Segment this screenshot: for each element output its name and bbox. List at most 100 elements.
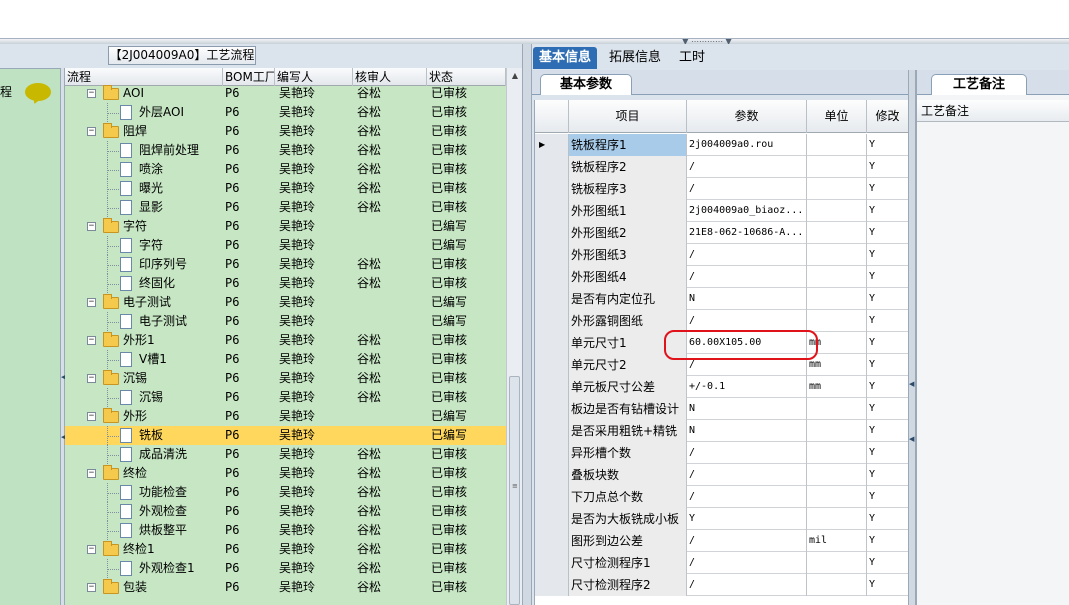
row-indicator[interactable] (535, 288, 569, 310)
param-row[interactable]: 异形槽个数 / Y (535, 442, 908, 464)
tree-row[interactable]: − 终检1 P6 吴艳玲 谷松 已审核 (65, 540, 506, 559)
row-indicator[interactable] (535, 464, 569, 486)
tree-row[interactable]: 电子测试 P6 吴艳玲 已编写 (65, 312, 506, 331)
tree-row[interactable]: 阻焊前处理 P6 吴艳玲 谷松 已审核 (65, 141, 506, 160)
param-value-cell[interactable]: / (687, 552, 807, 574)
param-modify-cell[interactable]: Y (867, 420, 908, 442)
param-row[interactable]: 铣板程序2/ Y (535, 156, 908, 178)
collapse-toggle-icon[interactable]: − (87, 89, 96, 98)
col-header-param[interactable]: 参数 (687, 100, 807, 133)
tree-row[interactable]: 终固化 P6 吴艳玲 谷松 已审核 (65, 274, 506, 293)
param-modify-cell[interactable]: Y (867, 200, 908, 222)
row-indicator[interactable] (535, 398, 569, 420)
collapse-toggle-icon[interactable]: − (87, 412, 96, 421)
param-value-cell[interactable]: 2j004009a0.rou (687, 134, 807, 156)
collapse-toggle-icon[interactable]: − (87, 222, 96, 231)
param-value-cell[interactable]: / (687, 442, 807, 464)
param-modify-cell[interactable]: Y (867, 376, 908, 398)
param-modify-cell[interactable]: Y (867, 552, 908, 574)
param-value-cell[interactable]: / (687, 530, 807, 552)
param-modify-cell[interactable]: Y (867, 244, 908, 266)
tree-row[interactable]: 功能检查 P6 吴艳玲 谷松 已审核 (65, 483, 506, 502)
collapse-toggle-icon[interactable]: − (87, 336, 96, 345)
param-value-cell[interactable]: N (687, 420, 807, 442)
col-header-item[interactable]: 项目 (569, 100, 687, 133)
param-unit-cell[interactable] (807, 266, 867, 288)
row-indicator[interactable] (535, 244, 569, 266)
row-indicator[interactable] (535, 376, 569, 398)
param-value-cell[interactable]: / (687, 310, 807, 332)
param-value-cell[interactable]: / (687, 244, 807, 266)
param-modify-cell[interactable]: Y (867, 266, 908, 288)
param-modify-cell[interactable]: Y (867, 574, 908, 596)
row-indicator[interactable] (535, 508, 569, 530)
tree-row[interactable]: 字符 P6 吴艳玲 已编写 (65, 236, 506, 255)
param-row[interactable]: 是否为大板铣成小板 Y Y (535, 508, 908, 530)
scroll-up-icon[interactable]: ▲ (508, 68, 522, 84)
collapse-toggle-icon[interactable]: − (87, 127, 96, 136)
tab-basic-params[interactable]: 基本参数 (540, 74, 632, 95)
param-value-cell[interactable]: Y (687, 508, 807, 530)
param-value-cell[interactable]: / (687, 178, 807, 200)
tree-row[interactable]: 外观检查 P6 吴艳玲 谷松 已审核 (65, 502, 506, 521)
tree-row[interactable]: − 外形1 P6 吴艳玲 谷松 已审核 (65, 331, 506, 350)
param-unit-cell[interactable] (807, 244, 867, 266)
param-modify-cell[interactable]: Y (867, 178, 908, 200)
chat-bubble-icon[interactable] (25, 83, 51, 101)
param-unit-cell[interactable]: mm (807, 376, 867, 398)
tree-row[interactable]: 显影 P6 吴艳玲 谷松 已审核 (65, 198, 506, 217)
tree-row[interactable]: 沉锡 P6 吴艳玲 谷松 已审核 (65, 388, 506, 407)
param-unit-cell[interactable] (807, 134, 867, 156)
splitter-arrow-icon[interactable]: ◀ (909, 380, 914, 388)
row-indicator[interactable] (535, 332, 569, 354)
param-unit-cell[interactable] (807, 508, 867, 530)
param-value-cell[interactable]: 21E8-062-10686-A... (687, 222, 807, 244)
tree-row[interactable]: V槽1 P6 吴艳玲 谷松 已审核 (65, 350, 506, 369)
param-unit-cell[interactable] (807, 552, 867, 574)
tab-work-hours[interactable]: 工时 (673, 47, 711, 69)
row-indicator[interactable] (535, 200, 569, 222)
tab-basic-info[interactable]: 基本信息 (533, 47, 598, 69)
param-unit-cell[interactable]: mm (807, 354, 867, 376)
tree-scrollbar[interactable]: ▲ ≡ (506, 68, 522, 605)
param-row[interactable]: 尺寸检测程序1/ Y (535, 552, 908, 574)
tree-row[interactable]: 成品清洗 P6 吴艳玲 谷松 已审核 (65, 445, 506, 464)
param-value-cell[interactable]: / (687, 266, 807, 288)
param-modify-cell[interactable]: Y (867, 288, 908, 310)
tree-row[interactable]: − 包装 P6 吴艳玲 谷松 已审核 (65, 578, 506, 597)
param-unit-cell[interactable]: mil (807, 530, 867, 552)
tree-row[interactable]: 外层AOI P6 吴艳玲 谷松 已审核 (65, 103, 506, 122)
param-unit-cell[interactable] (807, 442, 867, 464)
param-row[interactable]: 外形图纸2 21E8-062-10686-A... Y (535, 222, 908, 244)
param-modify-cell[interactable]: Y (867, 134, 908, 156)
tree-row[interactable]: 铣板 P6 吴艳玲 已编写 (65, 426, 506, 445)
param-unit-cell[interactable] (807, 574, 867, 596)
param-row[interactable]: ▶ 铣板程序1 2j004009a0.rou Y (535, 134, 908, 156)
param-unit-cell[interactable] (807, 486, 867, 508)
row-indicator[interactable] (535, 574, 569, 596)
param-unit-cell[interactable] (807, 222, 867, 244)
row-indicator[interactable] (535, 442, 569, 464)
param-modify-cell[interactable]: Y (867, 332, 908, 354)
param-value-cell[interactable]: / (687, 464, 807, 486)
collapse-toggle-icon[interactable]: − (87, 545, 96, 554)
row-indicator[interactable] (535, 530, 569, 552)
param-modify-cell[interactable]: Y (867, 508, 908, 530)
center-splitter[interactable] (522, 44, 532, 605)
param-modify-cell[interactable]: Y (867, 530, 908, 552)
tree-row[interactable]: − 终检 P6 吴艳玲 谷松 已审核 (65, 464, 506, 483)
param-modify-cell[interactable]: Y (867, 486, 908, 508)
tree-row[interactable]: 曝光 P6 吴艳玲 谷松 已审核 (65, 179, 506, 198)
param-row[interactable]: 叠板块数 / Y (535, 464, 908, 486)
param-modify-cell[interactable]: Y (867, 398, 908, 420)
tree-row[interactable]: − 字符 P6 吴艳玲 已编写 (65, 217, 506, 236)
current-row-arrow-icon[interactable]: ▶ (535, 134, 569, 156)
row-indicator[interactable] (535, 420, 569, 442)
param-value-cell[interactable]: / (687, 486, 807, 508)
param-modify-cell[interactable]: Y (867, 156, 908, 178)
tree-row[interactable]: 外观检查1 P6 吴艳玲 谷松 已审核 (65, 559, 506, 578)
tree-row[interactable]: − 外形 P6 吴艳玲 已编写 (65, 407, 506, 426)
splitter-arrow-icon[interactable]: ◀ (909, 435, 914, 443)
param-row[interactable]: 下刀点总个数 / Y (535, 486, 908, 508)
param-value-cell[interactable]: 2j004009a0_biaoz... (687, 200, 807, 222)
